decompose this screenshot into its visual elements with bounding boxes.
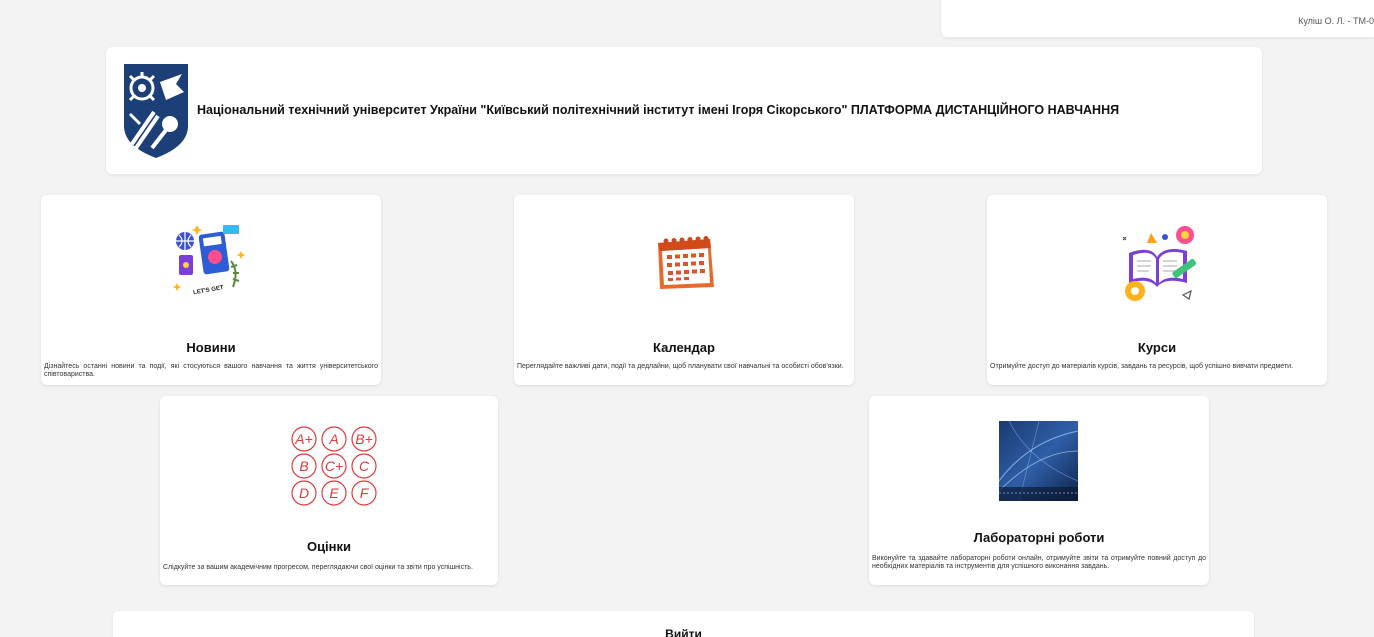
- card-grades-title: Оцінки: [306, 539, 352, 554]
- card-labs[interactable]: Лабораторні роботи Виконуйте та здавайте…: [869, 396, 1209, 585]
- courses-icon: [1122, 226, 1197, 301]
- card-calendar-title: Календар: [653, 340, 715, 355]
- logout-label: Вийти: [665, 627, 702, 637]
- card-grades-description: Слідкуйте за вашим академічним прогресом…: [163, 564, 473, 571]
- grade-letter: E: [329, 485, 339, 501]
- card-labs-description: Виконуйте та здавайте лабораторні роботи…: [872, 555, 1206, 570]
- card-courses-title: Курси: [1137, 340, 1177, 355]
- grade-letter: A+: [294, 431, 313, 447]
- card-news-title: Новини: [186, 340, 236, 355]
- card-news[interactable]: LET'S GET Новини Дізнайтесь останні нови…: [41, 195, 381, 385]
- header-card: Національний технічний університет Украї…: [106, 47, 1262, 174]
- card-calendar-description: Переглядайте важливі дати, події та дедл…: [517, 363, 844, 370]
- grade-letter: C+: [325, 458, 343, 474]
- calendar-icon: [658, 236, 714, 289]
- card-courses[interactable]: Курси Отримуйте доступ до матеріалів кур…: [987, 195, 1327, 385]
- user-name[interactable]: Куліш О. Л. - ТМ-0: [1298, 16, 1374, 26]
- grade-letter: B: [299, 458, 308, 474]
- page-title: Національний технічний університет Украї…: [197, 103, 1120, 117]
- grade-letter: D: [299, 485, 309, 501]
- grades-icon: A+ A B+ B C+ C D E F: [291, 426, 377, 506]
- card-courses-description: Отримуйте доступ до матеріалів курсів, з…: [990, 363, 1294, 370]
- user-panel: Куліш О. Л. - ТМ-0: [941, 0, 1374, 37]
- card-grades[interactable]: A+ A B+ B C+ C D E F Оцінки Слідкуйте за…: [160, 396, 498, 585]
- grade-letter: F: [360, 485, 370, 501]
- grade-letter: A: [328, 431, 338, 447]
- university-logo: [124, 64, 188, 158]
- grade-letter: C: [359, 458, 370, 474]
- card-news-description: Дізнайтесь останні новини та події, які …: [44, 363, 378, 378]
- svg-text:LET'S GET: LET'S GET: [193, 285, 225, 296]
- grade-letter: B+: [355, 431, 373, 447]
- news-icon: LET'S GET: [172, 225, 246, 296]
- card-labs-title: Лабораторні роботи: [973, 530, 1105, 545]
- labs-image: [999, 421, 1078, 501]
- card-calendar[interactable]: Календар Переглядайте важливі дати, поді…: [514, 195, 854, 385]
- logout-button[interactable]: Вийти: [113, 611, 1254, 637]
